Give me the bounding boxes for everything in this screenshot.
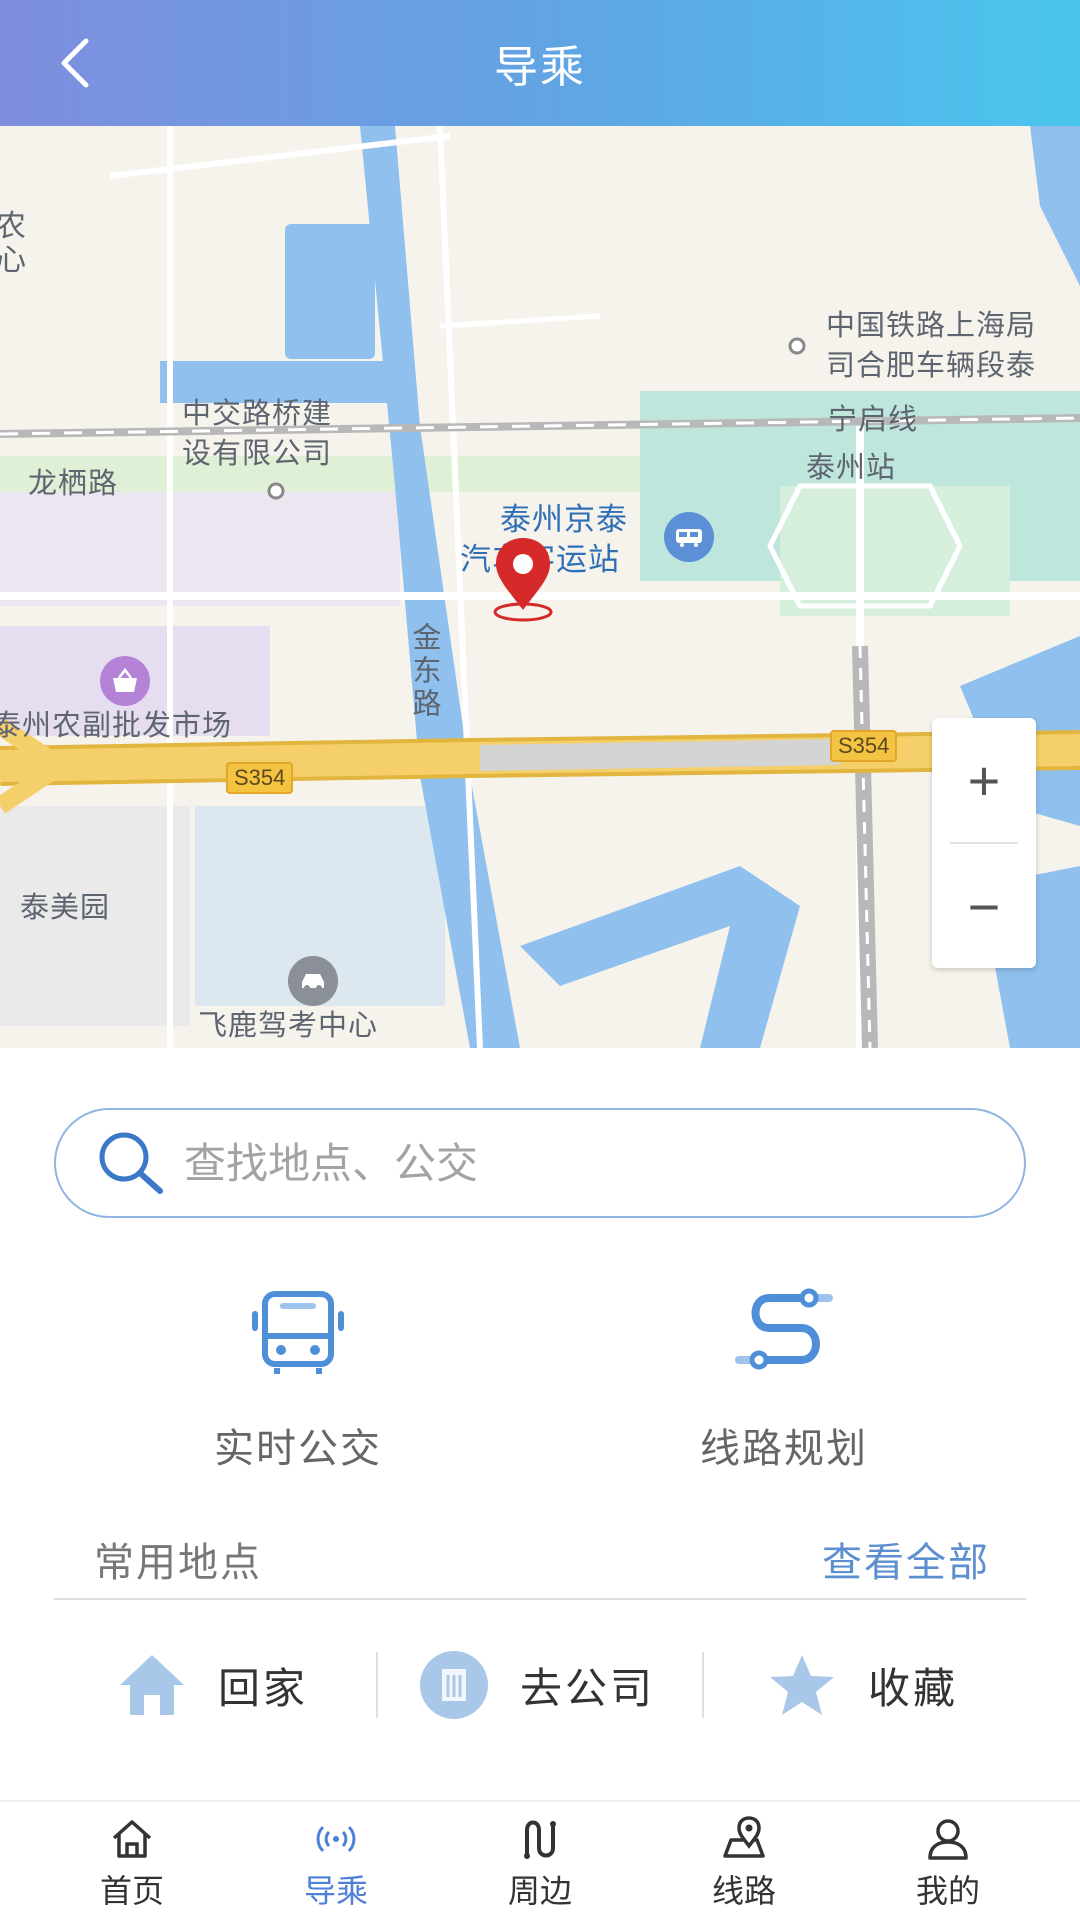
road-badge-s354: S354 [226, 762, 294, 794]
map-view[interactable]: 农 心 中国铁路上海局 司合肥车辆段泰 中交路桥建 设有限公司 龙栖路 宁启线 … [0, 126, 1080, 1048]
map-label-taimeiyuan: 泰美园 [20, 890, 111, 924]
map-label-longqi-road: 龙栖路 [28, 466, 119, 500]
map-label-company: 中交路桥建 [182, 396, 333, 430]
path-icon [524, 1820, 556, 1859]
section-divider [54, 1598, 1026, 1600]
map-label-bus-station: 泰州京泰 [500, 502, 628, 538]
back-arrow-icon[interactable] [48, 33, 108, 93]
map-label-railway-office: 中国铁路上海局 [826, 308, 1037, 342]
go-company-button[interactable]: 去公司 [418, 1640, 655, 1730]
home-outline-icon [112, 1820, 152, 1858]
header-bar: 导乘 [0, 0, 1080, 126]
go-company-label: 去公司 [520, 1663, 656, 1713]
tab-mine[interactable]: 我的 [840, 1802, 1056, 1920]
home-icon [120, 1655, 184, 1715]
tab-guide[interactable]: 导乘 [228, 1802, 444, 1920]
go-home-button[interactable]: 回家 [116, 1640, 308, 1730]
tab-home-label: 首页 [99, 1872, 164, 1910]
route-plan-label: 线路规划 [700, 1426, 868, 1472]
bottom-tab-bar: 首页 导乘 周边 线路 我的 [0, 1800, 1080, 1920]
go-home-label: 回家 [218, 1663, 309, 1713]
search-input[interactable] [184, 1138, 944, 1188]
tab-routes-label: 线路 [711, 1872, 776, 1910]
search-icon [99, 1132, 163, 1194]
zoom-control: + − [932, 718, 1036, 968]
car-icon[interactable] [288, 956, 338, 1006]
building-icon [420, 1651, 488, 1719]
user-icon [928, 1819, 968, 1860]
tab-nearby[interactable]: 周边 [432, 1802, 648, 1920]
tab-mine-label: 我的 [915, 1872, 980, 1910]
star-icon [770, 1655, 834, 1715]
route-plan-button[interactable]: 线路规划 [634, 1288, 934, 1474]
shopping-basket-icon[interactable] [100, 656, 150, 706]
route-plan-icon [735, 1288, 833, 1370]
place-separator [376, 1652, 378, 1718]
map-label-market: 泰州农副批发市场 [0, 708, 233, 742]
map-label-railway-office-2: 司合肥车辆段泰 [826, 348, 1037, 382]
map-label-jindong-road: 金东路 [408, 622, 442, 721]
tab-nearby-label: 周边 [507, 1872, 572, 1910]
map-label-taizhou-station: 泰州站 [806, 450, 897, 484]
tab-guide-label: 导乘 [303, 1872, 368, 1910]
realtime-bus-label: 实时公交 [214, 1426, 382, 1472]
bus-icon [252, 1291, 344, 1374]
map-pin-icon [723, 1816, 765, 1858]
tab-routes[interactable]: 线路 [636, 1802, 852, 1920]
place-separator [702, 1652, 704, 1718]
map-label-driving-school: 飞鹿驾考中心 [198, 1008, 379, 1042]
bus-station-icon[interactable] [664, 512, 714, 562]
map-label-ningqi-line: 宁启线 [828, 402, 919, 436]
road-badge-s354-east: S354 [830, 730, 898, 762]
map-label-partial: 农 心 [0, 209, 27, 278]
location-pin-icon[interactable] [488, 534, 558, 624]
frequent-places-title: 常用地点 [94, 1540, 262, 1586]
page-title: 导乘 [494, 42, 586, 93]
zoom-in-button[interactable]: + [932, 718, 1036, 842]
tab-home[interactable]: 首页 [24, 1802, 240, 1920]
search-bar[interactable] [54, 1108, 1026, 1218]
zoom-out-button[interactable]: − [932, 844, 1036, 968]
favorites-button[interactable]: 收藏 [766, 1640, 958, 1730]
map-label-company-2: 设有限公司 [182, 436, 333, 470]
favorites-label: 收藏 [868, 1663, 959, 1713]
signal-icon [316, 1825, 356, 1853]
realtime-bus-button[interactable]: 实时公交 [148, 1288, 448, 1474]
view-all-link[interactable]: 查看全部 [822, 1530, 990, 1588]
